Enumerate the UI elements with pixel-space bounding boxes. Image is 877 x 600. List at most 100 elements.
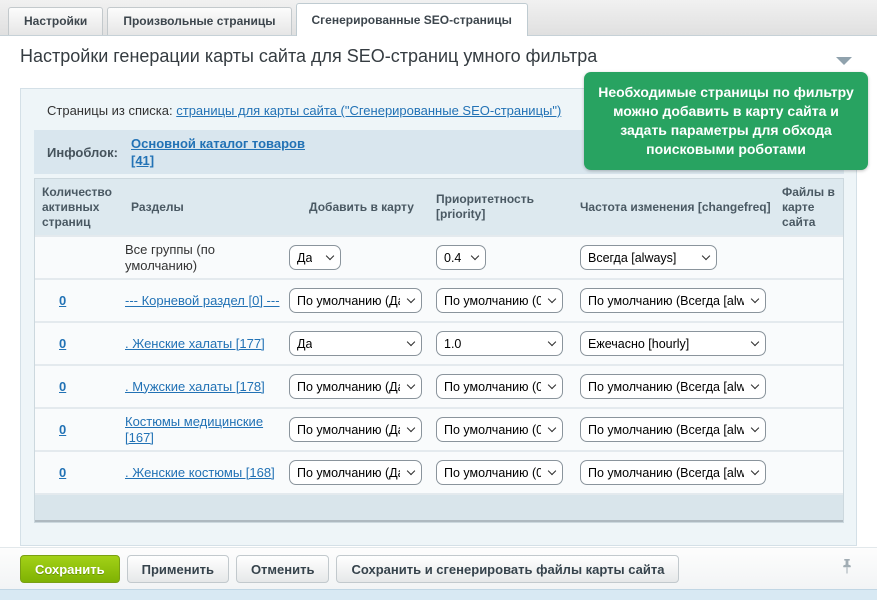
- active-pages-count-link[interactable]: 0: [59, 379, 66, 394]
- changefreq-cell: По умолчанию (Всегда [always]): [573, 374, 777, 399]
- add-to-map-select[interactable]: По умолчанию (Да): [289, 460, 422, 485]
- tab-generated-seo-pages[interactable]: Сгенерированные SEO-страницы: [296, 3, 528, 36]
- changefreq-select[interactable]: По умолчанию (Всегда [always]): [580, 374, 766, 399]
- select-value: 1.0: [444, 337, 461, 351]
- changefreq-select[interactable]: Ежечасно [hourly]: [580, 331, 766, 356]
- select-value: По умолчанию (Да): [297, 294, 400, 308]
- tab-bar: НастройкиПроизвольные страницыСгенериров…: [0, 0, 877, 36]
- section-link[interactable]: Костюмы медицинские [167]: [125, 414, 263, 445]
- changefreq-cell: Всегда [always]: [573, 245, 777, 270]
- add-to-map-select[interactable]: Да: [289, 331, 422, 356]
- infoblock-label: Инфоблок:: [47, 145, 131, 160]
- changefreq-select[interactable]: Всегда [always]: [580, 245, 717, 270]
- changefreq-cell: По умолчанию (Всегда [always]): [573, 460, 777, 485]
- section-link[interactable]: --- Корневой раздел [0] ---: [125, 293, 280, 308]
- column-header-priority: Приоритетность [priority]: [429, 179, 573, 235]
- chevron-down-icon: [548, 338, 556, 346]
- active-pages-cell: 0: [35, 422, 122, 437]
- section-link[interactable]: . Мужские халаты [178]: [125, 379, 265, 394]
- select-value: По умолчанию (Да): [297, 380, 400, 394]
- section-cell: Костюмы медицинские [167]: [122, 414, 282, 446]
- active-pages-count-link[interactable]: 0: [59, 422, 66, 437]
- priority-cell: По умолчанию (0.4): [429, 417, 573, 442]
- chevron-down-icon: [751, 467, 759, 475]
- priority-select[interactable]: По умолчанию (0.4): [436, 288, 563, 313]
- chevron-down-icon: [407, 295, 415, 303]
- section-link[interactable]: . Женские халаты [177]: [125, 336, 265, 351]
- priority-cell: По умолчанию (0.4): [429, 460, 573, 485]
- table-footer-strip: [35, 493, 843, 522]
- select-value: По умолчанию (Да): [297, 423, 400, 437]
- section-cell: --- Корневой раздел [0] ---: [122, 293, 282, 309]
- priority-select[interactable]: По умолчанию (0.4): [436, 417, 563, 442]
- select-value: Да: [297, 337, 312, 351]
- select-value: По умолчанию (Всегда [always]): [588, 423, 744, 437]
- save-and-generate-button[interactable]: Сохранить и сгенерировать файлы карты са…: [336, 555, 679, 583]
- select-value: По умолчанию (0.4): [444, 380, 541, 394]
- priority-cell: По умолчанию (0.4): [429, 288, 573, 313]
- chevron-down-icon[interactable]: [836, 57, 852, 65]
- priority-select[interactable]: По умолчанию (0.4): [436, 374, 563, 399]
- infoblock-link[interactable]: Основной каталог товаров [41]: [131, 135, 331, 169]
- chevron-down-icon: [548, 467, 556, 475]
- active-pages-count-link[interactable]: 0: [59, 465, 66, 480]
- chevron-down-icon: [407, 381, 415, 389]
- active-pages-cell: 0: [35, 293, 122, 308]
- active-pages-cell: 0: [35, 465, 122, 480]
- chevron-down-icon: [548, 381, 556, 389]
- active-pages-cell: 0: [35, 379, 122, 394]
- section-cell: . Женские халаты [177]: [122, 336, 282, 352]
- chevron-down-icon: [407, 338, 415, 346]
- section-link[interactable]: . Женские костюмы [168]: [125, 465, 275, 480]
- chevron-down-icon: [751, 424, 759, 432]
- changefreq-select[interactable]: По умолчанию (Всегда [always]): [580, 288, 766, 313]
- changefreq-cell: По умолчанию (Всегда [always]): [573, 417, 777, 442]
- pages-list-label: Страницы из списка:: [47, 103, 173, 118]
- pushpin-icon[interactable]: [841, 559, 853, 579]
- priority-cell: 1.0: [429, 331, 573, 356]
- tab-list: НастройкиПроизвольные страницыСгенериров…: [8, 0, 532, 35]
- seo-pages-list-link[interactable]: страницы для карты сайта ("Сгенерированн…: [176, 103, 561, 118]
- changefreq-select[interactable]: По умолчанию (Всегда [always]): [580, 460, 766, 485]
- apply-button[interactable]: Применить: [127, 555, 229, 583]
- cancel-button[interactable]: Отменить: [236, 555, 330, 583]
- add-cell: По умолчанию (Да): [282, 374, 429, 399]
- tab-custom-pages[interactable]: Произвольные страницы: [107, 7, 291, 35]
- add-cell: По умолчанию (Да): [282, 417, 429, 442]
- chevron-down-icon: [548, 295, 556, 303]
- column-header-sections: Разделы: [122, 179, 282, 235]
- priority-select[interactable]: 1.0: [436, 331, 563, 356]
- select-value: Всегда [always]: [588, 251, 676, 265]
- active-pages-count-link[interactable]: 0: [59, 336, 66, 351]
- add-to-map-select[interactable]: По умолчанию (Да): [289, 288, 422, 313]
- add-cell: По умолчанию (Да): [282, 460, 429, 485]
- select-value: По умолчанию (Всегда [always]): [588, 466, 744, 480]
- table-header-row: Количество активных страницРазделыДобави…: [35, 179, 843, 235]
- select-value: По умолчанию (Да): [297, 466, 400, 480]
- chevron-down-icon: [751, 295, 759, 303]
- add-cell: Да: [282, 331, 429, 356]
- chevron-down-icon: [326, 252, 334, 260]
- chevron-down-icon: [751, 381, 759, 389]
- add-to-map-select[interactable]: По умолчанию (Да): [289, 417, 422, 442]
- chevron-down-icon: [702, 252, 710, 260]
- table-row: Все группы (по умолчанию)Да0.4Всегда [al…: [35, 235, 843, 278]
- save-button[interactable]: Сохранить: [20, 555, 120, 583]
- button-bar: Сохранить Применить Отменить Сохранить и…: [0, 547, 877, 589]
- column-header-changefreq: Частота изменения [changefreq]: [573, 179, 777, 235]
- priority-cell: По умолчанию (0.4): [429, 374, 573, 399]
- priority-select[interactable]: По умолчанию (0.4): [436, 460, 563, 485]
- chevron-down-icon: [471, 252, 479, 260]
- select-value: По умолчанию (0.4): [444, 294, 541, 308]
- priority-select[interactable]: 0.4: [436, 245, 486, 270]
- table-row: 0 . Женские костюмы [168] По умолчанию (Да…: [35, 450, 843, 493]
- tab-settings[interactable]: Настройки: [8, 7, 103, 35]
- active-pages-count-link[interactable]: 0: [59, 293, 66, 308]
- add-to-map-select[interactable]: По умолчанию (Да): [289, 374, 422, 399]
- add-to-map-select[interactable]: Да: [289, 245, 341, 270]
- select-value: Да: [297, 251, 312, 265]
- table-row: 0 --- Корневой раздел [0] --- По умолчанию…: [35, 278, 843, 321]
- changefreq-select[interactable]: По умолчанию (Всегда [always]): [580, 417, 766, 442]
- page-bottom-strip: [0, 589, 877, 600]
- priority-cell: 0.4: [429, 245, 573, 270]
